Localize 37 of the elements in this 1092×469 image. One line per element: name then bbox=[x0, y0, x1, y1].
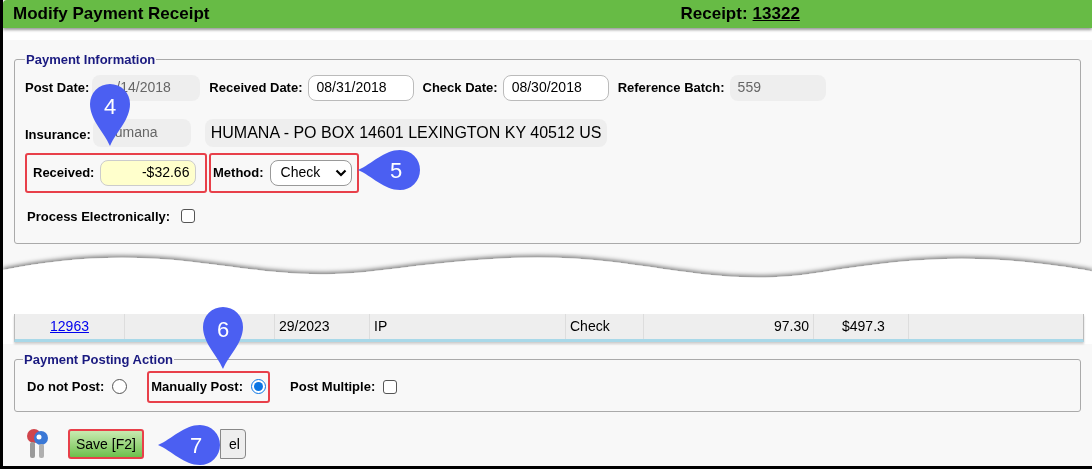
option-label: Manually Post: bbox=[151, 377, 243, 396]
field-label: Reference Batch: bbox=[617, 78, 725, 97]
chevron-down-icon bbox=[334, 168, 347, 177]
checkbox[interactable] bbox=[383, 379, 398, 394]
section-legend: Payment Posting Action bbox=[23, 350, 175, 370]
checkbox[interactable] bbox=[181, 209, 196, 224]
field-label: Process Electronically: bbox=[27, 207, 171, 226]
insurance-address-field: HUMANA - PO BOX 14601 LEXINGTON KY 40512 US bbox=[204, 118, 608, 147]
method-dropdown[interactable]: Check bbox=[269, 159, 352, 186]
table-cell-text: Check bbox=[570, 317, 610, 336]
option-label: Do not Post: bbox=[27, 377, 105, 396]
field-label: Received Date: bbox=[209, 78, 303, 97]
option-label: Post Multiple: bbox=[290, 377, 376, 396]
receipt-link[interactable]: 13322 bbox=[752, 1, 800, 27]
window-title: Modify Payment Receipt bbox=[13, 3, 210, 26]
field-label: Post Date: bbox=[25, 78, 90, 97]
field-label: Insurance: bbox=[25, 125, 91, 144]
table-cell-text: $497.3 bbox=[842, 317, 885, 336]
field-label: Method: bbox=[213, 163, 264, 182]
field-label: Check Date: bbox=[422, 78, 498, 97]
save-button[interactable]: Save [F2] bbox=[68, 429, 144, 459]
table-cell-text: 97.30 bbox=[773, 317, 809, 336]
radio-button[interactable] bbox=[112, 379, 128, 394]
cancel-button[interactable]: el bbox=[219, 429, 246, 459]
table-cell-text: 29/2023 bbox=[279, 317, 330, 336]
receipt-label: Receipt: bbox=[680, 3, 748, 26]
claim-link[interactable]: 12963 bbox=[50, 316, 89, 337]
field-label: Received: bbox=[33, 163, 95, 182]
callout-marker: 6 bbox=[203, 307, 243, 369]
date-field[interactable]: 08/30/2018 bbox=[502, 74, 609, 101]
amount-field[interactable]: -$32.66 bbox=[100, 159, 197, 186]
date-field[interactable]: 08/31/2018 bbox=[307, 74, 414, 101]
table-cell-text: IP bbox=[374, 317, 388, 336]
callout-marker: 7 bbox=[158, 425, 220, 465]
callout-marker: 5 bbox=[358, 150, 420, 190]
section-legend: Payment Information bbox=[25, 50, 157, 70]
radio-button[interactable] bbox=[251, 379, 266, 394]
